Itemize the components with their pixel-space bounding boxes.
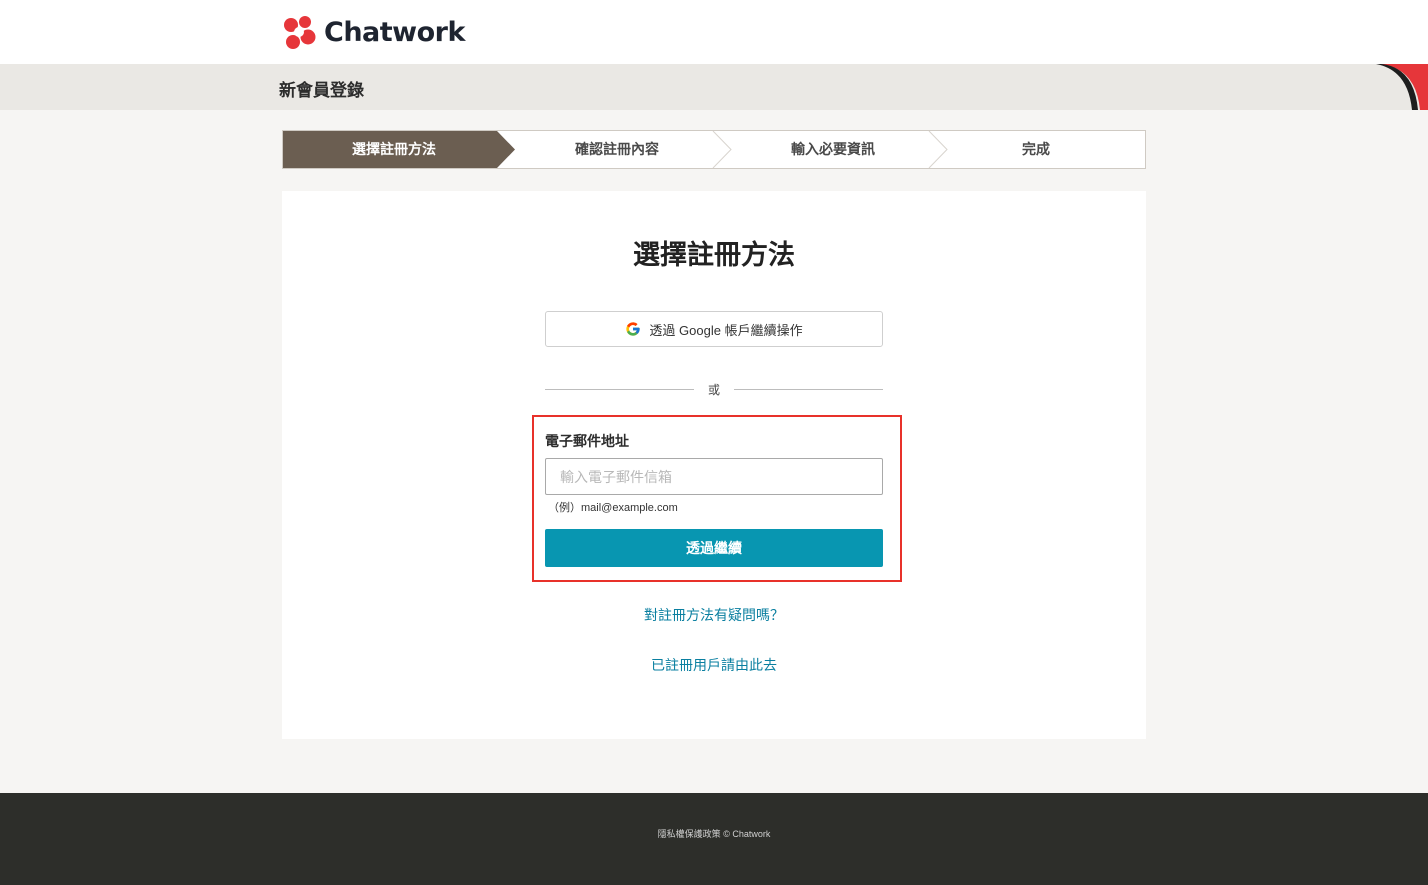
footer-content: 隱私權保護政策 © Chatwork	[0, 827, 1428, 840]
page-title: 新會員登錄	[279, 81, 364, 100]
chatwork-logo-icon	[284, 16, 316, 49]
step-enter-info: 輸入必要資訊	[791, 141, 875, 157]
copyright-text: © Chatwork	[723, 829, 771, 839]
email-input[interactable]	[545, 458, 883, 495]
logo-text: Chatwork	[324, 16, 465, 48]
existing-user-login-link[interactable]: 已註冊用戶請由此去	[282, 655, 1146, 675]
corner-decoration	[1376, 64, 1428, 110]
step-confirm-content: 確認註冊內容	[575, 141, 659, 157]
registration-card: 選擇註冊方法 透過 Google 帳戶繼續操作 或 電子郵件地址 （例）mail…	[282, 191, 1146, 739]
step-select-method: 選擇註冊方法	[352, 141, 436, 157]
registration-help-link[interactable]: 對註冊方法有疑問嗎？	[282, 605, 1146, 625]
google-signup-button[interactable]: 透過 Google 帳戶繼續操作	[545, 311, 883, 347]
google-icon	[626, 322, 641, 336]
divider-line-right	[734, 389, 883, 390]
chatwork-logo[interactable]: Chatwork	[282, 12, 465, 52]
registration-steps: 選擇註冊方法 確認註冊內容 輸入必要資訊 完成	[282, 130, 1146, 169]
or-divider: 或	[545, 381, 883, 397]
email-example-hint: （例）mail@example.com	[548, 502, 678, 514]
top-header: Chatwork	[0, 0, 1428, 64]
email-label: 電子郵件地址	[545, 433, 629, 449]
continue-button[interactable]: 透過繼續	[545, 529, 883, 567]
step-complete: 完成	[1022, 141, 1050, 157]
google-button-label: 透過 Google 帳戶繼續操作	[649, 322, 803, 338]
card-title: 選擇註冊方法	[633, 240, 795, 270]
privacy-policy-link[interactable]: 隱私權保護政策	[658, 829, 721, 839]
page-header-bar: 新會員登錄	[0, 64, 1428, 110]
footer: 隱私權保護政策 © Chatwork	[0, 793, 1428, 885]
